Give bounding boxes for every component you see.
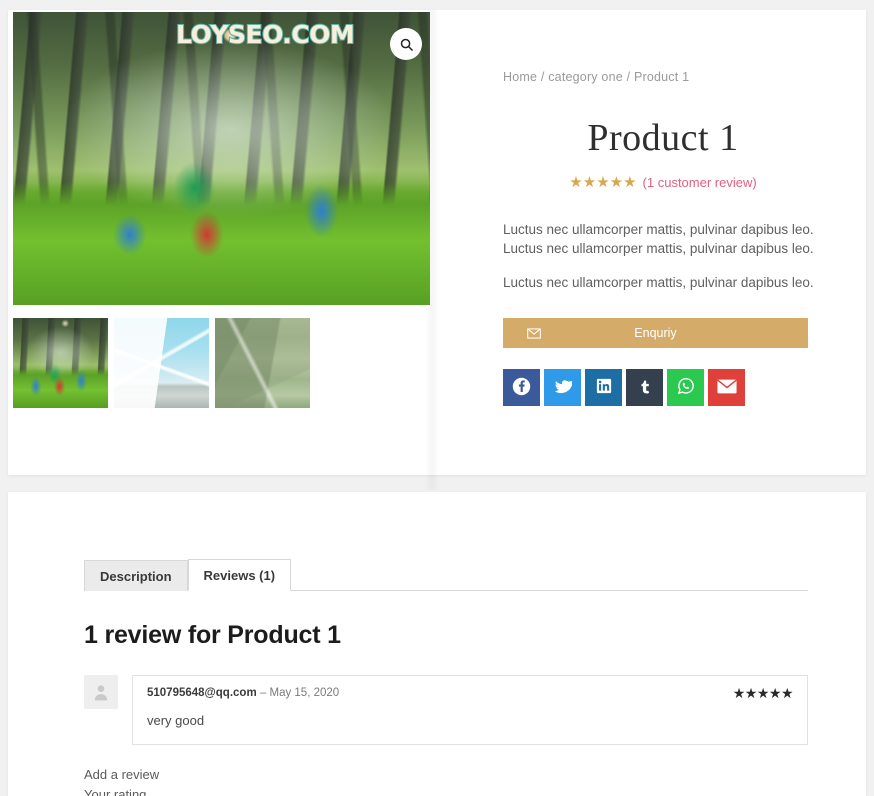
product-tabs: Description Reviews (1) 1 review for Pro…: [84, 558, 808, 796]
rating-stars: ★★★★★: [569, 174, 637, 191]
search-plus-icon[interactable]: [390, 28, 422, 60]
breadcrumb: Home / category one / Product 1: [503, 70, 823, 84]
tab-strip: Description Reviews (1): [84, 558, 808, 591]
customer-review-link[interactable]: (1 customer review): [643, 175, 757, 190]
description-paragraph-1: Luctus nec ullamcorper mattis, pulvinar …: [503, 220, 823, 258]
enquiry-button-label: Enquriy: [634, 326, 677, 341]
facebook-icon: [512, 377, 531, 399]
rating-row: ★★★★★ (1 customer review): [503, 175, 823, 190]
product-summary: Home / category one / Product 1 Product …: [503, 70, 823, 407]
thumbnail-fields[interactable]: [215, 318, 310, 408]
product-page: LOYSEO.COM Home / category one / Product…: [0, 0, 874, 796]
review-date: May 15, 2020: [269, 687, 340, 699]
your-rating-label: Your rating: [84, 787, 147, 796]
share-facebook-button[interactable]: [503, 369, 540, 407]
enquiry-button[interactable]: Enquriy: [503, 318, 808, 349]
tab-description[interactable]: Description: [84, 560, 188, 591]
thumbnail-forest[interactable]: [13, 318, 108, 408]
tumblr-icon: [635, 377, 654, 399]
share-buttons: [503, 369, 823, 407]
whatsapp-icon: [676, 376, 696, 399]
review-rating-stars: ★★★★★: [732, 685, 794, 701]
breadcrumb-item-category-one[interactable]: category one: [548, 70, 623, 84]
linkedin-icon: [595, 377, 613, 398]
breadcrumb-item-current: Product 1: [633, 70, 690, 84]
product-gallery: LOYSEO.COM: [13, 12, 430, 408]
page-title: Product 1: [587, 117, 739, 159]
envelope-icon: [716, 379, 737, 397]
review-meta: 510795648@qq.com – May 15, 2020: [147, 687, 793, 699]
share-twitter-button[interactable]: [544, 369, 581, 407]
reviews-heading: 1 review for Product 1: [84, 621, 341, 649]
envelope-icon: [527, 328, 541, 339]
share-whatsapp-button[interactable]: [667, 369, 704, 407]
description-line-2: Luctus nec ullamcorper mattis, pulvinar …: [503, 241, 814, 257]
review-author: 510795648@qq.com: [147, 687, 257, 699]
review-body: 510795648@qq.com – May 15, 2020 ★★★★★ ve…: [132, 675, 808, 745]
share-email-button[interactable]: [708, 369, 745, 407]
share-linkedin-button[interactable]: [585, 369, 622, 407]
description-line-1: Luctus nec ullamcorper mattis, pulvinar …: [503, 222, 814, 237]
add-review-heading: Add a review: [84, 767, 160, 782]
breadcrumb-separator-2: /: [626, 70, 631, 84]
breadcrumb-item-home[interactable]: Home: [503, 70, 537, 84]
review-separator: –: [259, 687, 267, 699]
avatar: [84, 675, 118, 709]
description-paragraph-2: Luctus nec ullamcorper mattis, pulvinar …: [503, 275, 814, 291]
thumbnail-wind-turbine[interactable]: [114, 318, 209, 408]
main-product-image[interactable]: LOYSEO.COM: [13, 12, 430, 305]
tab-reviews[interactable]: Reviews (1): [187, 559, 292, 591]
twitter-icon: [553, 377, 573, 399]
main-product-photo-art: [13, 12, 430, 305]
breadcrumb-separator-1: /: [540, 70, 545, 84]
share-tumblr-button[interactable]: [626, 369, 663, 407]
review-text: very good: [147, 713, 205, 728]
thumbnail-strip: [13, 318, 430, 408]
short-description: Luctus nec ullamcorper mattis, pulvinar …: [503, 220, 823, 292]
list-item: 510795648@qq.com – May 15, 2020 ★★★★★ ve…: [84, 675, 808, 745]
